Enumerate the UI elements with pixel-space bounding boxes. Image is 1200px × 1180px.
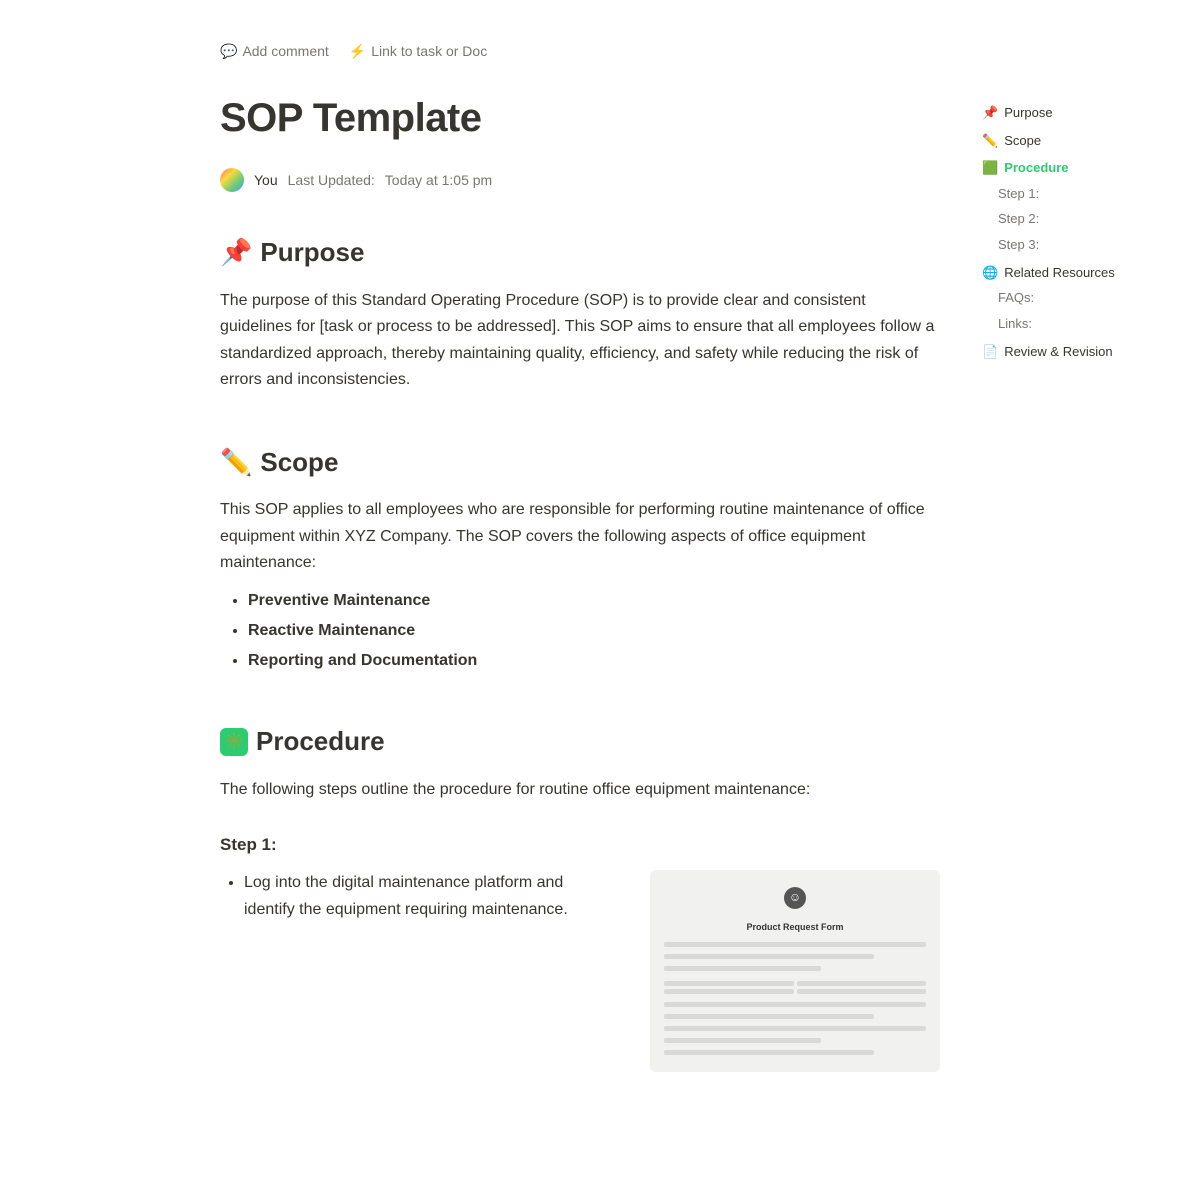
- form-line-3: [664, 966, 821, 971]
- main-content: 💬 Add comment ⚡ Link to task or Doc SOP …: [0, 0, 1000, 1180]
- sidebar-related-label: Related Resources: [1004, 263, 1115, 283]
- sidebar-scope-emoji: ✏️: [982, 131, 998, 151]
- form-line-6: [664, 1026, 926, 1031]
- page-layout: 💬 Add comment ⚡ Link to task or Doc SOP …: [0, 0, 1200, 1180]
- scope-bullet-list: Preventive Maintenance Reactive Maintena…: [220, 588, 940, 673]
- link-icon: ⚡: [349, 40, 366, 62]
- purpose-text: The purpose of this Standard Operating P…: [220, 288, 940, 394]
- sidebar-step3[interactable]: Step 3:: [976, 233, 1184, 258]
- form-mock-title: Product Request Form: [664, 920, 926, 934]
- link-button[interactable]: ⚡ Link to task or Doc: [349, 40, 487, 62]
- sidebar-scope-item: ✏️ Scope: [976, 128, 1184, 154]
- sidebar-procedure-label: Procedure: [1004, 158, 1068, 178]
- step1-image: ☺ Product Request Form: [650, 870, 940, 1072]
- sidebar-item-scope[interactable]: ✏️ Scope: [976, 128, 1184, 154]
- procedure-heading: ✳️ Procedure: [220, 721, 940, 763]
- purpose-heading: 📌 Purpose: [220, 232, 940, 274]
- form-cell-4: [797, 989, 927, 994]
- scope-bullet-2: Reactive Maintenance: [248, 618, 940, 644]
- purpose-section: 📌 Purpose The purpose of this Standard O…: [220, 232, 940, 393]
- scope-bullet-1: Preventive Maintenance: [248, 588, 940, 614]
- sidebar: 📌 Purpose ✏️ Scope 🟩 Procedure Step 1: S…: [960, 0, 1200, 873]
- author-name: You: [254, 169, 278, 191]
- scope-bullet-3: Reporting and Documentation: [248, 648, 940, 674]
- sidebar-step2[interactable]: Step 2:: [976, 207, 1184, 232]
- form-line-8: [664, 1050, 874, 1055]
- purpose-emoji: 📌: [220, 232, 252, 274]
- scope-text: This SOP applies to all employees who ar…: [220, 497, 940, 576]
- meta-row: You Last Updated: Today at 1:05 pm: [220, 168, 940, 192]
- form-cell-3: [664, 989, 794, 994]
- toolbar: 💬 Add comment ⚡ Link to task or Doc: [220, 40, 940, 62]
- add-comment-label: Add comment: [242, 40, 328, 62]
- form-line-7: [664, 1038, 821, 1043]
- add-comment-button[interactable]: 💬 Add comment: [220, 40, 329, 62]
- form-cell-2: [797, 981, 927, 986]
- form-mockup: ☺ Product Request Form: [650, 870, 940, 1072]
- scope-heading: ✏️ Scope: [220, 442, 940, 484]
- sidebar-scope-label: Scope: [1004, 131, 1041, 151]
- form-line-1: [664, 942, 926, 947]
- sidebar-purpose-label: Purpose: [1004, 103, 1052, 123]
- step1-content: Log into the digital maintenance platfor…: [220, 870, 940, 1072]
- form-mock-icon: ☺: [664, 884, 926, 910]
- sidebar-related-emoji: 🌐: [982, 263, 998, 283]
- sidebar-item-review[interactable]: 📄 Review & Revision: [976, 339, 1184, 365]
- form-line-5: [664, 1014, 874, 1019]
- step1-heading: Step 1:: [220, 831, 940, 858]
- sidebar-purpose-item: 📌 Purpose: [976, 100, 1184, 126]
- sidebar-item-related-resources[interactable]: 🌐 Related Resources: [976, 260, 1184, 286]
- scope-section: ✏️ Scope This SOP applies to all employe…: [220, 442, 940, 674]
- last-updated-label: Last Updated:: [288, 169, 375, 191]
- comment-icon: 💬: [220, 40, 237, 62]
- sidebar-item-purpose[interactable]: 📌 Purpose: [976, 100, 1184, 126]
- sidebar-purpose-emoji: 📌: [982, 103, 998, 123]
- sidebar-review-emoji: 📄: [982, 342, 998, 362]
- sidebar-item-procedure[interactable]: 🟩 Procedure: [976, 155, 1184, 181]
- scope-emoji: ✏️: [220, 442, 252, 484]
- sidebar-procedure-group: 🟩 Procedure Step 1: Step 2: Step 3:: [976, 155, 1184, 258]
- step1-bullet: Log into the digital maintenance platfor…: [244, 870, 618, 923]
- sidebar-review-label: Review & Revision: [1004, 342, 1112, 362]
- avatar: [220, 168, 244, 192]
- sidebar-review-item: 📄 Review & Revision: [976, 339, 1184, 365]
- link-label: Link to task or Doc: [371, 40, 487, 62]
- procedure-emoji: ✳️: [220, 728, 248, 756]
- sidebar-related-resources-group: 🌐 Related Resources FAQs: Links:: [976, 260, 1184, 337]
- procedure-intro-text: The following steps outline the procedur…: [220, 777, 940, 803]
- sidebar-procedure-emoji: 🟩: [982, 158, 998, 178]
- form-line-2: [664, 954, 874, 959]
- sidebar-step1[interactable]: Step 1:: [976, 182, 1184, 207]
- sidebar-faqs[interactable]: FAQs:: [976, 286, 1184, 311]
- form-line-4: [664, 1002, 926, 1007]
- step1-text-area: Log into the digital maintenance platfor…: [220, 870, 618, 923]
- form-mock-grid: [664, 981, 926, 994]
- step1-container: Step 1: Log into the digital maintenance…: [220, 831, 940, 1072]
- sidebar-links[interactable]: Links:: [976, 312, 1184, 337]
- page-title: SOP Template: [220, 86, 940, 150]
- form-cell-1: [664, 981, 794, 986]
- procedure-section: ✳️ Procedure The following steps outline…: [220, 721, 940, 1072]
- timestamp: Today at 1:05 pm: [385, 169, 492, 191]
